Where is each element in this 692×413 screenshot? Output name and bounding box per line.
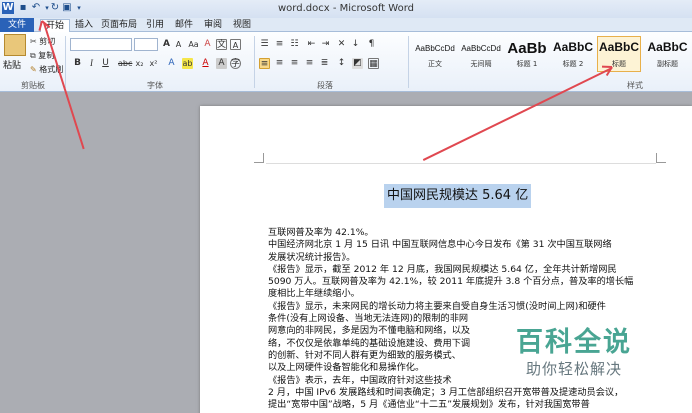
header-line xyxy=(266,163,656,164)
superscript-button[interactable]: x² xyxy=(148,58,159,69)
align-left-icon[interactable]: ≡ xyxy=(259,58,270,69)
body-line: 2 月，中国 IPv6 发展路线和时间表确定；3 月工信部组织召开宽带普及提速动… xyxy=(268,386,624,398)
show-marks-icon[interactable]: ¶ xyxy=(366,39,377,50)
style-name: 正文 xyxy=(428,60,442,68)
clipboard-group-label: 剪贴板 xyxy=(21,81,45,90)
grow-font-icon[interactable]: A xyxy=(161,39,172,50)
style-sample: AaBb xyxy=(507,40,547,57)
body-line: 发展状况统计报告》。 xyxy=(268,251,356,263)
style-name: 标题 1 xyxy=(516,60,538,68)
font-color-icon[interactable]: A xyxy=(200,58,211,69)
chinese-layout-icon[interactable]: ✕ xyxy=(336,39,347,50)
style-normal[interactable]: AaBbCcDd 正文 xyxy=(413,36,457,72)
body-line: 互联网普及率为 42.1%。 xyxy=(268,227,374,238)
style-heading-1[interactable]: AaBb 标题 1 xyxy=(505,36,549,72)
justify-icon[interactable]: ≡ xyxy=(304,58,315,69)
font-group-label: 字体 xyxy=(147,81,163,90)
clipboard-icon[interactable] xyxy=(4,34,26,56)
style-sample: AaBbC xyxy=(647,40,688,54)
paste-button[interactable]: 粘贴 xyxy=(3,58,21,71)
style-sample: AaBbC xyxy=(598,40,639,54)
style-name: 无间隔 xyxy=(470,60,492,68)
scissors-icon: ✂ xyxy=(30,37,37,46)
character-border-icon[interactable]: A xyxy=(230,39,241,50)
copy-button[interactable]: ⧉ 复制 xyxy=(30,50,54,61)
subscript-button[interactable]: x₂ xyxy=(134,58,145,69)
word-window: W ▪ ↶ ▾ ↻ ▣ ▾ word.docx - Microsoft Word… xyxy=(0,0,692,413)
tab-mailings[interactable]: 邮件 xyxy=(172,19,196,32)
body-line: 《报告》显示，未来网民的增长动力将主要来自受自身生活习惯(没时间上网)和硬件 xyxy=(268,300,606,312)
sort-icon[interactable]: ↓ xyxy=(350,39,361,50)
style-no-spacing[interactable]: AaBbCcDd 无间隔 xyxy=(459,36,503,72)
phonetic-guide-icon[interactable]: 文 xyxy=(216,39,227,50)
align-right-icon[interactable]: ≡ xyxy=(289,58,300,69)
tab-insert[interactable]: 插入 xyxy=(72,19,96,32)
font-name-combo[interactable] xyxy=(70,38,132,51)
body-line: 提出“宽带中国”战略，5 月《通信业“十二五”发展规划》发布，针对我国宽带普 xyxy=(268,399,590,411)
bold-button[interactable]: B xyxy=(72,58,83,69)
numbering-icon[interactable]: ≡ xyxy=(274,39,285,50)
clear-format-icon[interactable]: A xyxy=(202,39,213,50)
watermark-subtitle: 助你轻松解决 xyxy=(526,360,623,378)
increase-indent-icon[interactable]: ⇥ xyxy=(320,39,331,50)
style-name: 副标题 xyxy=(657,60,678,68)
borders-icon[interactable]: ▦ xyxy=(368,58,379,69)
underline-button[interactable]: U xyxy=(100,58,111,69)
font-size-combo[interactable] xyxy=(134,38,158,51)
body-line: 中国经济网北京 1 月 15 日讯 中国互联网信息中心今日发布《第 31 次中国… xyxy=(268,239,612,251)
tab-page-layout[interactable]: 页面布局 xyxy=(100,19,138,32)
strikethrough-button[interactable]: abc xyxy=(118,58,132,69)
char-shading-icon[interactable]: A xyxy=(216,58,227,69)
separator xyxy=(254,36,255,88)
ribbon-tabs: 文件 开始 插入 页面布局 引用 邮件 审阅 视图 xyxy=(0,18,692,33)
style-heading-2[interactable]: AaBbC 标题 2 xyxy=(551,36,595,72)
crop-mark xyxy=(656,153,666,163)
body-line: 5090 万人。互联网普及率为 42.1%，较 2011 年底提升 3.8 个百… xyxy=(268,276,634,288)
separator xyxy=(65,36,66,88)
distributed-icon[interactable]: ≣ xyxy=(319,58,330,69)
highlight-icon[interactable]: ab xyxy=(182,58,193,69)
decrease-indent-icon[interactable]: ⇤ xyxy=(306,39,317,50)
shrink-font-icon[interactable]: A xyxy=(173,39,184,50)
tab-file[interactable]: 文件 xyxy=(0,18,34,32)
body-line: 度相比上年继续缩小。 xyxy=(268,288,360,300)
copy-icon: ⧉ xyxy=(30,51,36,60)
brush-icon: ✎ xyxy=(30,65,37,74)
separator xyxy=(408,36,409,88)
style-sample: AaBbCcDd xyxy=(461,44,501,53)
window-title: word.docx - Microsoft Word xyxy=(278,3,414,14)
watermark-title: 百科全说 xyxy=(516,327,632,358)
style-sample: AaBbCcDd xyxy=(415,44,455,53)
italic-button[interactable]: I xyxy=(86,58,97,69)
change-case-icon[interactable]: Aa xyxy=(188,39,199,50)
styles-group-label: 样式 xyxy=(627,81,643,90)
watermark: 百科全说 助你轻松解决 xyxy=(502,314,664,384)
paragraph-group-label: 段落 xyxy=(317,81,333,90)
ribbon-home: 粘贴 ✂ 剪切 ⧉ 复制 ✎ 格式刷 剪贴板 A A Aa A 文 A B I … xyxy=(0,32,692,92)
style-sample: AaBbC xyxy=(552,40,593,54)
crop-mark xyxy=(254,153,264,163)
shading-icon[interactable]: ◩ xyxy=(352,58,363,69)
bullets-icon[interactable]: ☰ xyxy=(259,39,270,50)
enclose-char-icon[interactable]: 字 xyxy=(230,58,241,69)
line-spacing-icon[interactable]: ↕ xyxy=(336,58,347,69)
text-effects-icon[interactable]: A xyxy=(166,58,177,69)
tab-view[interactable]: 视图 xyxy=(230,19,254,32)
body-line: 《报告》显示，截至 2012 年 12 月底，我国网民规模达 5.64 亿，全年… xyxy=(268,263,617,275)
tab-references[interactable]: 引用 xyxy=(143,19,167,32)
style-name: 标题 2 xyxy=(562,60,584,68)
title-bar: W ▪ ↶ ▾ ↻ ▣ ▾ word.docx - Microsoft Word xyxy=(0,0,692,18)
tab-review[interactable]: 审阅 xyxy=(201,19,225,32)
style-subtitle[interactable]: AaBbC 副标题 xyxy=(643,36,692,72)
align-center-icon[interactable]: ≡ xyxy=(274,58,285,69)
document-title[interactable]: 中国网民规模达 5.64 亿 xyxy=(384,184,532,208)
multilevel-list-icon[interactable]: ☷ xyxy=(289,39,300,50)
